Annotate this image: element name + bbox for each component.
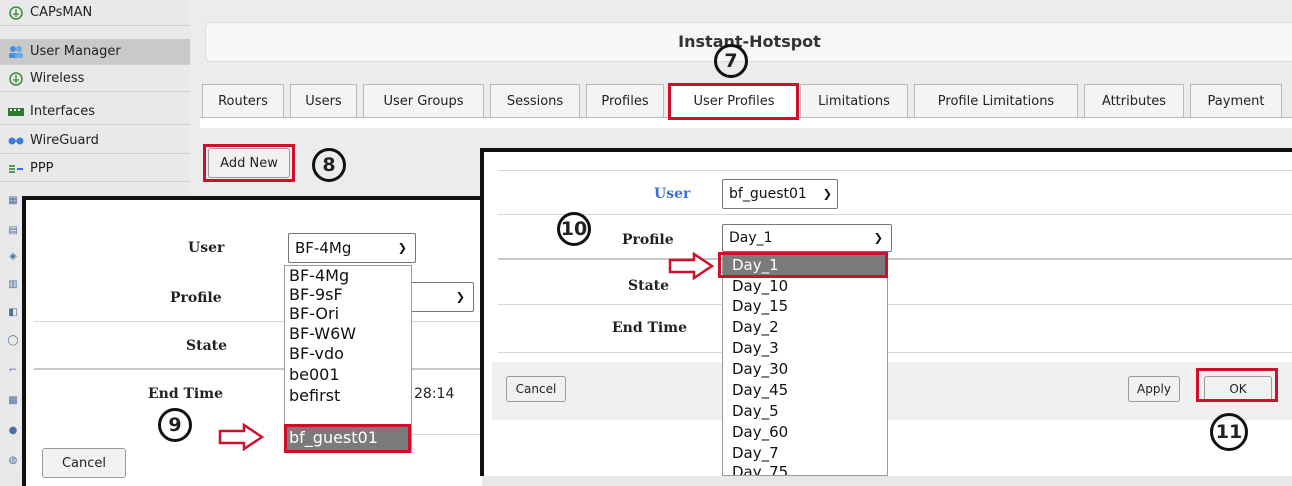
profile-select[interactable]: Day_1 ❯	[722, 224, 892, 252]
state-label: State	[628, 278, 670, 294]
divider	[498, 170, 1292, 171]
highlight-box	[203, 144, 295, 182]
profile-select-value: Day_1	[729, 230, 773, 246]
sidebar-item-wireguard[interactable]: WireGuard	[0, 128, 190, 154]
profile-option[interactable]: Day_45	[732, 382, 788, 399]
profile-option[interactable]: Day_30	[732, 361, 788, 378]
end-time-value: 28:14	[414, 386, 455, 402]
profile-label: Profile	[622, 232, 674, 248]
step-marker-8: 8	[312, 148, 346, 182]
profile-option[interactable]: Day_10	[732, 278, 788, 295]
chevron-down-icon: ❯	[873, 231, 883, 245]
cancel-button[interactable]: Cancel	[42, 448, 126, 478]
divider	[498, 352, 1292, 353]
wireguard-icon	[8, 134, 24, 148]
sidebar-item-label: Wireless	[30, 71, 85, 86]
divider	[498, 214, 1292, 215]
divider	[498, 258, 1292, 260]
tab-user-groups[interactable]: User Groups	[363, 84, 484, 117]
profile-option[interactable]: Day_15	[732, 298, 788, 315]
user-select-value: bf_guest01	[729, 186, 807, 202]
tab-sessions[interactable]: Sessions	[490, 84, 580, 117]
sidebar-item-wireless[interactable]: Wireless	[0, 66, 190, 92]
sidebar-item-interfaces[interactable]: Interfaces	[0, 99, 190, 125]
user-option[interactable]: BF-4Mg	[289, 266, 349, 286]
user-option[interactable]: BF-W6W	[289, 324, 356, 344]
user-select[interactable]: BF-4Mg ❯	[288, 233, 416, 263]
sidebar-item-ppp[interactable]: PPP	[0, 156, 190, 182]
chevron-down-icon: ❯	[397, 241, 407, 255]
profile-option[interactable]: Day_75	[732, 464, 788, 476]
user-label: User	[188, 240, 225, 256]
user-option[interactable]: BF-9sF	[289, 285, 343, 305]
divider	[34, 368, 482, 370]
highlight-box	[1196, 368, 1278, 402]
sidebar-item-label: CAPsMAN	[30, 5, 93, 20]
step-marker-10: 10	[557, 212, 591, 246]
end-time-label: End Time	[612, 320, 687, 336]
step-marker-9: 9	[158, 408, 192, 442]
highlight-box	[718, 252, 888, 278]
profile-option[interactable]: Day_3	[732, 340, 779, 357]
end-time-label: End Time	[148, 386, 223, 402]
user-select-value: BF-4Mg	[295, 239, 352, 257]
ppp-icon	[8, 162, 24, 176]
arrow-right-icon	[668, 252, 714, 280]
user-option[interactable]: BF-Ori	[289, 304, 339, 324]
profile-dropdown-list: Day_1 Day_10 Day_15 Day_2 Day_3 Day_30 D…	[722, 253, 888, 476]
tab-attributes[interactable]: Attributes	[1084, 84, 1184, 117]
tab-limitations[interactable]: Limitations	[800, 84, 908, 117]
wireless-icon	[8, 71, 24, 86]
divider	[412, 434, 482, 435]
profile-option[interactable]: Day_5	[732, 403, 779, 420]
page-title: Instant-Hotspot	[205, 22, 1292, 62]
tab-users[interactable]: Users	[290, 84, 357, 117]
profile-option[interactable]: Day_7	[732, 445, 779, 462]
user-select[interactable]: bf_guest01 ❯	[722, 179, 838, 209]
arrow-right-icon	[218, 423, 264, 451]
user-option[interactable]: be001	[289, 365, 340, 385]
user-manager-icon	[8, 45, 24, 59]
divider	[34, 321, 482, 322]
tab-profiles[interactable]: Profiles	[586, 84, 664, 117]
chevron-down-icon: ❯	[822, 187, 832, 201]
divider	[498, 304, 1292, 305]
tab-routers[interactable]: Routers	[202, 84, 284, 117]
tab-profile-limitations[interactable]: Profile Limitations	[914, 84, 1078, 117]
profile-option[interactable]: Day_2	[732, 319, 779, 336]
profile-label: Profile	[170, 290, 222, 306]
capsman-icon	[8, 5, 24, 20]
state-label: State	[186, 338, 228, 354]
user-option[interactable]: befirst	[289, 386, 340, 406]
sidebar-item-label: Interfaces	[30, 104, 95, 119]
step-marker-7: 7	[714, 44, 748, 78]
chevron-down-icon: ❯	[455, 290, 465, 304]
highlight-box	[284, 424, 411, 453]
sidebar-item-capsman[interactable]: CAPsMAN	[0, 0, 190, 26]
sidebar-item-label: User Manager	[30, 44, 121, 59]
step-marker-11: 11	[1210, 413, 1248, 451]
sidebar-item-label: WireGuard	[30, 133, 99, 148]
user-option[interactable]: BF-vdo	[289, 344, 344, 364]
interfaces-icon	[8, 105, 24, 119]
tab-payment[interactable]: Payment	[1190, 84, 1282, 117]
user-label: User	[654, 186, 691, 202]
cancel-button[interactable]: Cancel	[506, 376, 566, 402]
apply-button[interactable]: Apply	[1128, 376, 1180, 402]
profile-select[interactable]: ❯	[406, 282, 474, 312]
highlight-box	[668, 83, 799, 120]
sidebar-item-user-manager[interactable]: User Manager	[0, 39, 190, 65]
profile-option[interactable]: Day_60	[732, 424, 788, 441]
sidebar-item-label: PPP	[30, 161, 54, 176]
